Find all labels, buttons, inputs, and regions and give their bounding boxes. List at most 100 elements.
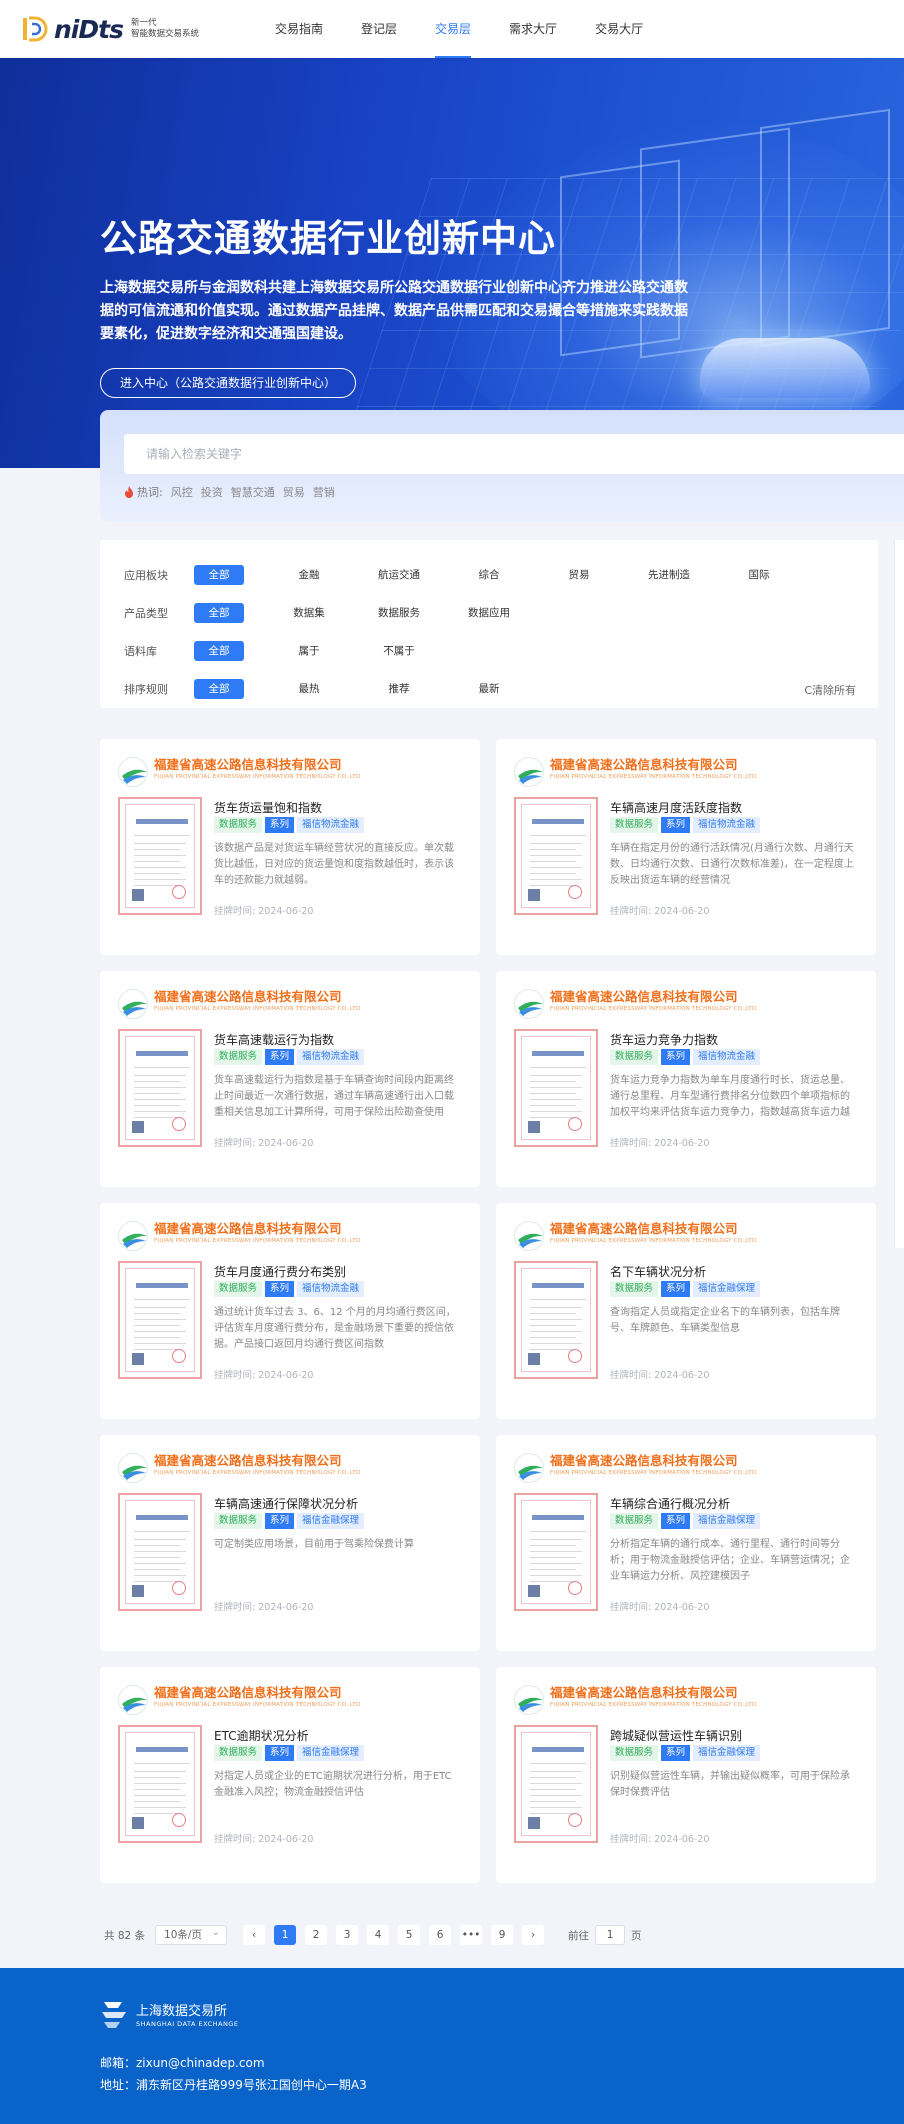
filter-chip[interactable]: 属于 — [284, 641, 334, 661]
product-title[interactable]: ETC逾期状况分析 — [214, 1727, 309, 1744]
product-title[interactable]: 货车月度通行费分布类别 — [214, 1263, 346, 1280]
goto-label: 前往 — [568, 1929, 590, 1942]
certificate-text-line — [530, 1067, 586, 1068]
certificate-text-line — [134, 1807, 186, 1808]
filter-chip[interactable]: 全部 — [194, 565, 244, 585]
site-logo[interactable]: niDts 新一代 智能数据交易系统 — [20, 14, 199, 44]
product-title[interactable]: 车辆高速通行保障状况分析 — [214, 1495, 358, 1512]
product-card[interactable]: 福建省高速公路信息科技有限公司 FUJIAN PROVINCIAL EXPRES… — [496, 1203, 876, 1419]
certificate-text-line — [134, 1771, 186, 1772]
company-name: 福建省高速公路信息科技有限公司 FUJIAN PROVINCIAL EXPRES… — [550, 1453, 756, 1477]
more-pages-button[interactable]: ••• — [460, 1925, 483, 1945]
product-card[interactable]: 福建省高速公路信息科技有限公司 FUJIAN PROVINCIAL EXPRES… — [100, 1435, 480, 1651]
certificate-text-line — [530, 1331, 582, 1332]
product-card[interactable]: 福建省高速公路信息科技有限公司 FUJIAN PROVINCIAL EXPRES… — [100, 739, 480, 955]
filter-chip[interactable]: 最新 — [464, 679, 514, 699]
product-tags: 数据服务 系列 福信金融保理 — [610, 1513, 763, 1529]
product-type-tag: 数据服务 — [214, 817, 263, 833]
page-button[interactable]: 5 — [398, 1925, 421, 1945]
certificate-text-line — [530, 1795, 582, 1796]
footer-logo: 上海数据交易所 SHANGHAI DATA EXCHANGE — [100, 1998, 238, 2034]
next-page-button[interactable]: › — [522, 1925, 545, 1945]
filter-chip[interactable]: 推荐 — [374, 679, 424, 699]
product-card[interactable]: 福建省高速公路信息科技有限公司 FUJIAN PROVINCIAL EXPRES… — [100, 1667, 480, 1883]
certificate-text-line — [134, 1795, 186, 1796]
page-button[interactable]: 6 — [429, 1925, 452, 1945]
listing-time-value: 2024-06-20 — [258, 1370, 314, 1381]
filter-chip[interactable]: 全部 — [194, 679, 244, 699]
filter-chip[interactable]: 综合 — [464, 565, 514, 585]
search-input[interactable]: 请输入检索关键字 — [124, 434, 904, 474]
product-card[interactable]: 福建省高速公路信息科技有限公司 FUJIAN PROVINCIAL EXPRES… — [100, 971, 480, 1187]
product-title[interactable]: 货车高速载运行为指数 — [214, 1031, 334, 1048]
filter-chip[interactable]: 金融 — [284, 565, 334, 585]
listing-time: 挂牌时间: 2024-06-20 — [610, 1367, 709, 1381]
filter-chip[interactable]: 全部 — [194, 641, 244, 661]
product-card[interactable]: 福建省高速公路信息科技有限公司 FUJIAN PROVINCIAL EXPRES… — [100, 1203, 480, 1419]
listing-time-label: 挂牌时间: — [610, 1370, 652, 1381]
page-size-select[interactable]: 10条/页 — [155, 1923, 228, 1945]
certificate-text-line — [134, 1117, 180, 1118]
nav-item-trading-hall[interactable]: 交易大厅 — [595, 0, 643, 58]
filter-chip[interactable]: 先进制造 — [644, 565, 694, 585]
product-card[interactable]: 福建省高速公路信息科技有限公司 FUJIAN PROVINCIAL EXPRES… — [496, 971, 876, 1187]
filter-chip[interactable]: 数据服务 — [374, 603, 424, 623]
filter-chip[interactable]: 全部 — [194, 603, 244, 623]
hot-word-link[interactable]: 营销 — [313, 484, 335, 500]
footer-brand: 上海数据交易所 SHANGHAI DATA EXCHANGE — [136, 2004, 238, 2029]
clear-all-filters-button[interactable]: C清除所有 — [804, 682, 856, 698]
product-title[interactable]: 车辆高速月度活跃度指数 — [610, 799, 742, 816]
product-title[interactable]: 货车运力竞争力指数 — [610, 1031, 718, 1048]
filter-chip[interactable]: 数据集 — [284, 603, 334, 623]
product-card[interactable]: 福建省高速公路信息科技有限公司 FUJIAN PROVINCIAL EXPRES… — [496, 1435, 876, 1651]
hot-word-link[interactable]: 智慧交通 — [231, 484, 275, 500]
qr-code-icon — [528, 1585, 540, 1597]
page-button[interactable]: 1 — [274, 1925, 297, 1945]
page-button[interactable]: 3 — [336, 1925, 359, 1945]
certificate-text-line — [530, 1087, 582, 1088]
filter-chip[interactable]: 不属于 — [374, 641, 424, 661]
product-title[interactable]: 车辆综合通行概况分析 — [610, 1495, 730, 1512]
product-title[interactable]: 名下车辆状况分析 — [610, 1263, 706, 1280]
certificate-text-line — [530, 1783, 582, 1784]
nav-item-registration-layer[interactable]: 登记层 — [361, 0, 397, 58]
hot-word-link[interactable]: 贸易 — [283, 484, 305, 500]
footer-email[interactable]: 邮箱：zixun@chinadep.com — [100, 2054, 265, 2071]
certificate-text-line — [134, 861, 180, 862]
nav-item-demand-hall[interactable]: 需求大厅 — [509, 0, 557, 58]
prev-page-button[interactable]: ‹ — [243, 1925, 266, 1945]
filter-chip[interactable]: 航运交通 — [374, 565, 424, 585]
nav-item-trade-guide[interactable]: 交易指南 — [275, 0, 323, 58]
listing-time: 挂牌时间: 2024-06-20 — [610, 903, 709, 917]
product-certificate-image — [118, 1029, 202, 1147]
company-logo-icon — [514, 989, 544, 1019]
product-tags: 数据服务 系列 福信金融保理 — [214, 1745, 367, 1761]
hot-word-link[interactable]: 投资 — [201, 484, 223, 500]
certificate-text-line — [134, 1569, 180, 1570]
product-certificate-image — [118, 797, 202, 915]
product-title[interactable]: 货车货运量饱和指数 — [214, 799, 322, 816]
certificate-text-line — [134, 1325, 180, 1326]
logo-wordmark: niDts — [54, 14, 124, 44]
company-name-en: FUJIAN PROVINCIAL EXPRESSWAY INFORMATION… — [550, 774, 757, 780]
filter-chip[interactable]: 数据应用 — [464, 603, 514, 623]
company-header: 福建省高速公路信息科技有限公司 FUJIAN PROVINCIAL EXPRES… — [514, 989, 756, 1019]
nav-item-trading-layer[interactable]: 交易层 — [435, 0, 472, 58]
hot-word-link[interactable]: 风控 — [171, 484, 193, 500]
product-certificate-image — [514, 797, 598, 915]
goto-page-input[interactable]: 1 — [595, 1925, 626, 1945]
certificate-text-line — [530, 1569, 576, 1570]
filter-chip[interactable]: 最热 — [284, 679, 334, 699]
product-card[interactable]: 福建省高速公路信息科技有限公司 FUJIAN PROVINCIAL EXPRES… — [496, 1667, 876, 1883]
seal-icon — [568, 1117, 582, 1131]
certificate-text-line — [530, 1777, 576, 1778]
page-button[interactable]: 9 — [491, 1925, 514, 1945]
page-button[interactable]: 2 — [305, 1925, 328, 1945]
product-card[interactable]: 福建省高速公路信息科技有限公司 FUJIAN PROVINCIAL EXPRES… — [496, 739, 876, 955]
filter-chip[interactable]: 贸易 — [554, 565, 604, 585]
certificate-text-line — [530, 1337, 576, 1338]
product-title[interactable]: 跨城疑似营运性车辆识别 — [610, 1727, 742, 1744]
page-button[interactable]: 4 — [367, 1925, 390, 1945]
enter-center-button[interactable]: 进入中心（公路交通数据行业创新中心） — [100, 368, 357, 398]
filter-chip[interactable]: 国际 — [734, 565, 784, 585]
